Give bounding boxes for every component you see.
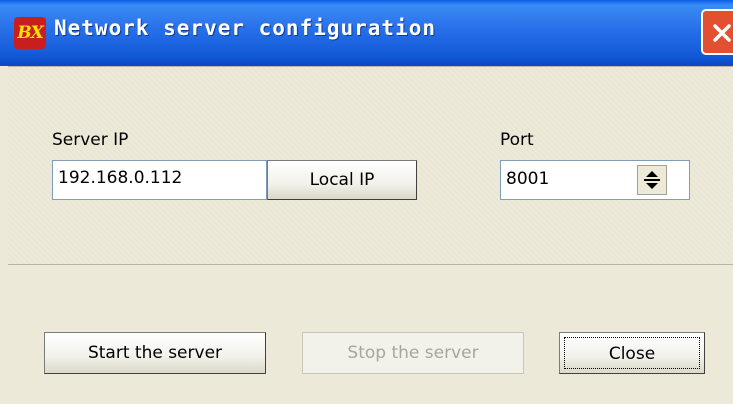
close-icon [713,24,731,42]
start-server-button[interactable]: Start the server [44,332,266,374]
close-button[interactable]: Close [559,332,705,374]
close-button-label: Close [564,337,700,369]
server-ip-label: Server IP [52,130,129,150]
port-value: 8001 [506,169,550,189]
stop-server-button: Stop the server [302,332,524,374]
app-icon: BX [14,17,46,49]
port-spinner[interactable] [637,165,667,195]
spin-up-down-icon [644,171,660,189]
dialog-body: Server IP 192.168.0.112 Local IP Port 80… [8,66,733,404]
local-ip-button[interactable]: Local IP [267,160,417,200]
window-close-button[interactable] [701,9,733,55]
server-ip-input[interactable]: 192.168.0.112 [52,160,267,200]
server-settings-group: Server IP 192.168.0.112 Local IP Port 80… [8,66,733,265]
port-label: Port [500,130,534,150]
port-stepper[interactable]: 8001 [500,160,690,200]
title-bar[interactable]: BX Network server configuration [0,0,733,66]
window-title: Network server configuration [54,16,437,40]
